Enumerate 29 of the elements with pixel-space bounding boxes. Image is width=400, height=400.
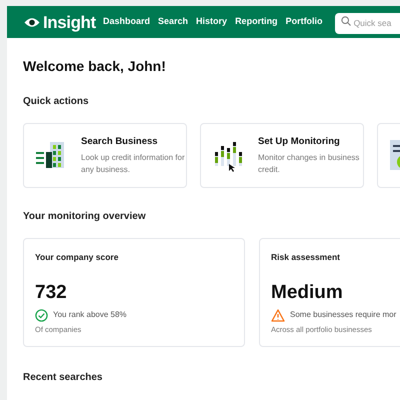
warning-icon [271,308,285,322]
quick-action-card[interactable]: Set Up Monitoring Monitor changes in business credit. [200,123,364,188]
welcome-heading: Welcome back, John! [23,57,167,76]
check-circle-icon [35,308,48,322]
card-title: Your company score [35,251,120,264]
nav-link[interactable]: Dashboard [103,15,150,29]
card-value: 732 [35,280,68,305]
logo-text: Insight [43,14,96,30]
search-icon [340,16,351,26]
status-text: You rank above 58% [53,309,127,322]
nav-link[interactable]: Search [158,15,188,29]
nav-link[interactable]: Reporting [235,15,278,29]
quick-action-card[interactable]: Search Business Look up credit information for any business. [23,123,187,188]
building-icon [36,142,66,170]
card-title: Search Business [81,134,159,149]
section-heading: Your monitoring overview [23,210,147,224]
card-description: Look up credit information for any business. [81,152,185,176]
nav-link[interactable]: History [196,15,228,29]
card-description: Monitor changes in business credit. [258,152,360,176]
section-heading: Recent searches [23,371,104,385]
search-field[interactable]: Quick sea [334,12,400,34]
bar-chart-icon [213,140,243,172]
status-text: Some businesses require mor [290,309,396,322]
card-title: Risk assessment [271,251,341,264]
section-heading: Quick actions [23,95,90,109]
nav-link[interactable]: Portfolio [286,15,323,29]
card-value: Medium [271,280,344,305]
eye-icon [24,16,40,28]
card-title: Set Up Monitoring [258,134,341,149]
